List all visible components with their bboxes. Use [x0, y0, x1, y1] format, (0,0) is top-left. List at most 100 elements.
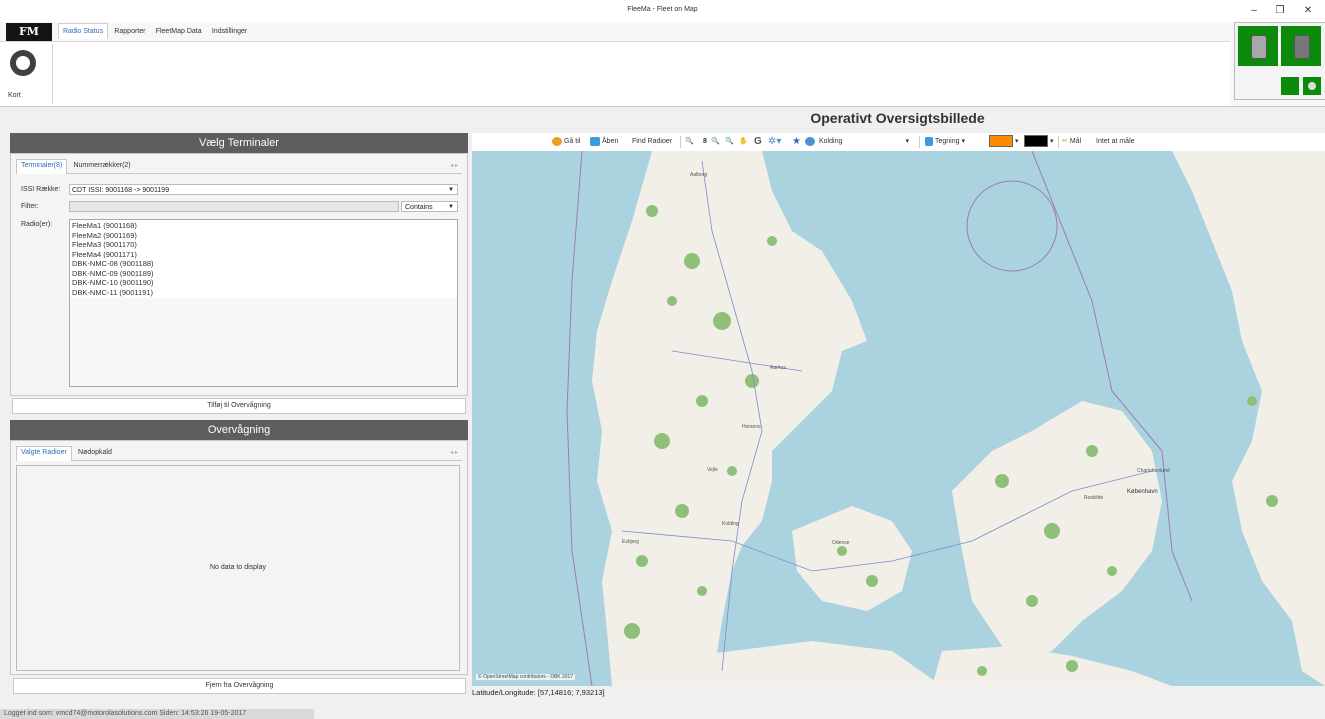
app-logo: FM — [6, 23, 52, 41]
map-panel: Gå til Åben Find Radioer 🔍 8 🔍 🔍 ✋ G ✲▾ … — [472, 133, 1325, 686]
place-aalborg: Aalborg — [690, 172, 707, 178]
tab-fleetmap-data[interactable]: FleetMap Data — [152, 24, 206, 39]
issi-range-select[interactable]: CDT ISSI: 9001168 -> 9001199 ▼ — [69, 184, 458, 195]
refresh-icon[interactable]: G — [754, 133, 762, 151]
minimize-button[interactable]: – — [1242, 4, 1266, 18]
gear-icon[interactable]: ✲▾ — [768, 133, 781, 151]
line-color-picker[interactable]: ▾ — [1024, 133, 1053, 151]
tab-terminaler[interactable]: Terminaler(8) — [16, 159, 68, 174]
server-status-indicator — [1281, 26, 1321, 66]
window-title: FleeMa - Fleet on Map — [627, 6, 698, 13]
monitoring-header: Overvågning — [10, 420, 468, 440]
folder-icon — [590, 136, 600, 146]
star-icon[interactable]: ★ — [792, 133, 801, 151]
place-vejle: Vejle — [707, 467, 718, 473]
place-roskilde: Roskilde — [1084, 495, 1103, 501]
select-terminals-panel: Terminaler(8) Nummerrækker(2) ◂ ▸ ISSI R… — [10, 153, 468, 396]
filter-mode-value: Contains — [405, 204, 433, 211]
server-icon — [1294, 35, 1310, 59]
globe-icon — [805, 133, 817, 151]
ribbon-tabs: Radio Status Rapporter FleetMap Data Ind… — [58, 23, 251, 41]
place-kolding: Kolding — [722, 521, 739, 527]
pan-icon[interactable]: ✋ — [739, 133, 748, 151]
select-terminals-header: Vælg Terminaler — [10, 133, 468, 153]
radios-label: Radio(er): — [21, 221, 53, 228]
remove-from-monitoring-button[interactable]: Fjern fra Overvågning — [13, 678, 466, 694]
measure-button[interactable]: ✂ Mål — [1062, 133, 1081, 151]
tab-nummerraekker[interactable]: Nummerrækker(2) — [69, 160, 134, 174]
page-title: Operativt Oversigtsbillede — [810, 110, 985, 126]
title-bar: FleeMa - Fleet on Map – ❐ ✕ — [0, 0, 1325, 22]
goto-button[interactable]: Gå til — [552, 133, 580, 151]
globe-icon — [10, 50, 36, 76]
place-esbjerg: Esbjerg — [622, 539, 639, 545]
issi-label: ISSI Række: — [21, 186, 61, 193]
chevron-down-icon: ▼ — [448, 204, 454, 210]
empty-message: No data to display — [209, 564, 267, 571]
kort-label: Kort — [8, 92, 21, 99]
tab-scroll-arrows[interactable]: ◂ ▸ — [450, 449, 458, 456]
filter-label: Filter: — [21, 203, 39, 210]
radio-list-item[interactable]: FleeMa4 (9001171) — [72, 250, 455, 260]
radio-list-item[interactable]: FleeMa2 (9001169) — [72, 231, 455, 241]
radio-list-item[interactable]: DBK-NMC-08 (9001188) — [72, 259, 455, 269]
zoom-in-icon[interactable]: 🔍 — [711, 133, 720, 151]
tab-indstillinger[interactable]: Indstillinger — [208, 24, 251, 39]
tab-scroll-arrows[interactable]: ◂ ▸ — [450, 162, 458, 169]
kort-button[interactable]: Kort — [6, 48, 46, 104]
tab-rapporter[interactable]: Rapporter — [110, 24, 149, 39]
place-aarhus: Aarhus — [770, 365, 786, 371]
open-button[interactable]: Åben — [590, 133, 618, 151]
monitoring-panel: Valgte Radioer Nødopkald ◂ ▸ No data to … — [10, 440, 468, 675]
radio-list[interactable]: FleeMa1 (9001168) FleeMa2 (9001169) FleeMa… — [69, 219, 458, 387]
radio-list-item[interactable]: FleeMa1 (9001168) — [72, 221, 455, 231]
close-button[interactable]: ✕ — [1296, 4, 1320, 18]
chevron-down-icon: ▼ — [448, 187, 454, 193]
tab-valgte-radioer[interactable]: Valgte Radioer — [16, 446, 72, 461]
radio-list-item[interactable]: DBK-NMC-09 (9001189) — [72, 269, 455, 279]
connection-status-panel — [1234, 22, 1325, 100]
filter-mode-select[interactable]: Contains ▼ — [401, 201, 458, 212]
fill-color-swatch — [989, 135, 1013, 148]
status-light-1 — [1281, 77, 1299, 95]
zoom-out-icon[interactable]: 🔍 — [685, 133, 694, 151]
place-odense: Odense — [832, 540, 850, 546]
measure-label: Mål — [1069, 138, 1082, 145]
line-color-swatch — [1024, 135, 1048, 148]
restore-button[interactable]: ❐ — [1268, 4, 1292, 18]
map-attribution: © OpenStreetMap contributors - DBK 2017 — [476, 674, 576, 680]
ribbon-body: Kort — [0, 41, 1230, 106]
location-select[interactable]: Kolding ▾ — [819, 133, 909, 151]
find-radios-button[interactable]: Find Radioer — [632, 133, 672, 151]
measure-icon: ✂ — [1062, 138, 1068, 145]
database-status-indicator — [1238, 26, 1278, 66]
tab-nodopkald[interactable]: Nødopkald — [74, 447, 116, 461]
radio-list-item[interactable]: DBK-NMC-10 (9001190) — [72, 278, 455, 288]
place-charlottenlund: Charlottenlund — [1137, 468, 1170, 474]
map-canvas[interactable]: Aalborg Aarhus Horsens Vejle Kolding Esb… — [472, 151, 1325, 686]
status-light-2 — [1303, 77, 1321, 95]
measure-status: Intet at måle — [1096, 138, 1135, 145]
goto-icon — [552, 136, 562, 146]
toolbar-divider — [1058, 136, 1059, 148]
monitoring-tabs: Valgte Radioer Nødopkald ◂ ▸ — [16, 446, 462, 461]
zoom-level: 8 — [703, 138, 707, 145]
issi-range-value: CDT ISSI: 9001168 -> 9001199 — [72, 187, 170, 194]
add-to-monitoring-button[interactable]: Tilføj til Overvågning — [12, 398, 466, 414]
terminal-tabs: Terminaler(8) Nummerrækker(2) ◂ ▸ — [16, 159, 462, 174]
pen-icon — [925, 136, 933, 146]
filter-input[interactable] — [69, 201, 399, 212]
radio-list-items: FleeMa1 (9001168) FleeMa2 (9001169) FleeMa… — [70, 220, 457, 298]
map-toolbar: Gå til Åben Find Radioer 🔍 8 🔍 🔍 ✋ G ✲▾ … — [472, 133, 1325, 152]
place-horsens: Horsens — [742, 424, 761, 430]
ribbon: FM Radio Status Rapporter FleetMap Data … — [0, 22, 1325, 107]
status-bar: Logget ind som: vmcd74@motorolasolutions… — [0, 709, 314, 719]
radio-list-item[interactable]: FleeMa3 (9001170) — [72, 240, 455, 250]
tab-radio-status[interactable]: Radio Status — [58, 23, 109, 39]
drawing-button[interactable]: Tegning ▾ — [925, 133, 965, 151]
fill-color-picker[interactable]: ▾ — [989, 133, 1018, 151]
selected-radios-grid[interactable]: No data to display — [16, 465, 460, 671]
zoom-box-icon[interactable]: 🔍 — [725, 133, 734, 151]
radio-list-item[interactable]: DBK-NMC-11 (9001191) — [72, 288, 455, 298]
goto-label: Gå til — [564, 138, 581, 145]
